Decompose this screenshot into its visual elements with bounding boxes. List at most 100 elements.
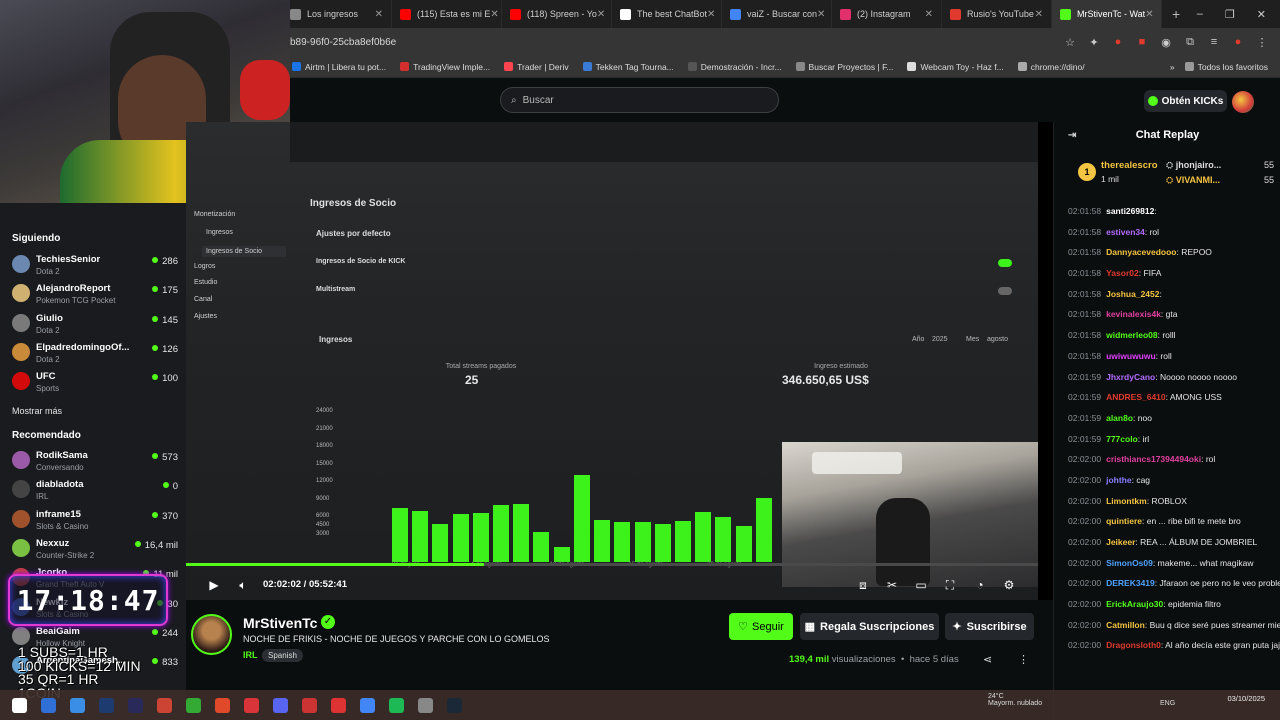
taskbar-app-icon[interactable]	[12, 698, 27, 713]
theater-mode-icon[interactable]: ▭	[913, 577, 929, 593]
chat-username[interactable]: DEREK3419	[1106, 578, 1155, 588]
chat-username[interactable]: cristhiancs17394494oki	[1106, 454, 1201, 464]
chat-username[interactable]: Jeikeer	[1106, 537, 1135, 547]
media-icon[interactable]: ≡	[1208, 36, 1220, 48]
clip-icon[interactable]: ✂	[884, 577, 900, 593]
share-icon[interactable]: ⋖	[983, 653, 992, 666]
channel-item[interactable]: UFC Sports 100	[12, 370, 180, 398]
chat-username[interactable]: Dragonsloth0	[1106, 640, 1161, 650]
tab-close-icon[interactable]: ✕	[707, 9, 715, 20]
extension-icon[interactable]: ■	[1136, 36, 1148, 48]
taskbar-app-icon[interactable]	[186, 698, 201, 713]
bookmark-star-icon[interactable]: ☆	[1064, 36, 1076, 49]
chat-username[interactable]: quintiere	[1106, 516, 1142, 526]
gift-subs-button[interactable]: ▦ Regala Suscripciones	[800, 613, 939, 640]
bookmark-item[interactable]: Tekken Tag Tourna...	[582, 62, 674, 72]
chat-username[interactable]: SimonOs09	[1106, 558, 1153, 568]
bookmark-item[interactable]: chrome://dino/	[1017, 62, 1085, 72]
chat-username[interactable]: alan8o	[1106, 413, 1133, 423]
tab-close-icon[interactable]: ✕	[597, 9, 605, 20]
taskbar-app-icon[interactable]	[215, 698, 230, 713]
chat-username[interactable]: johthe	[1106, 475, 1132, 485]
taskbar-app-icon[interactable]	[302, 698, 317, 713]
bookmark-item[interactable]: Webcam Toy - Haz f...	[907, 62, 1004, 72]
minimize-icon[interactable]: –	[1197, 8, 1203, 21]
chat-username[interactable]: Joshua_2452	[1106, 289, 1159, 299]
stream-category-link[interactable]: IRL	[243, 650, 258, 660]
bookmark-item[interactable]: Buscar Proyectos | F...	[795, 62, 893, 72]
profile-icon[interactable]: ●	[1232, 36, 1244, 48]
tab-close-icon[interactable]: ✕	[817, 9, 825, 20]
menu-icon[interactable]: ⋮	[1256, 36, 1268, 49]
browser-tab[interactable]: (118) Spreen - Yo ✕	[502, 0, 612, 28]
channel-item[interactable]: AlejandroReport Pokemon TCG Pocket 175	[12, 282, 180, 310]
user-avatar[interactable]	[1232, 91, 1254, 113]
taskbar-app-icon[interactable]	[418, 698, 433, 713]
tab-close-icon[interactable]: ✕	[375, 9, 383, 20]
taskbar-app-icon[interactable]	[157, 698, 172, 713]
maximize-icon[interactable]: ❐	[1225, 8, 1235, 21]
browser-tab[interactable]: (2) Instagram ✕	[832, 0, 942, 28]
streamer-avatar[interactable]	[191, 614, 232, 655]
fullscreen-icon[interactable]: ⛶	[942, 577, 958, 593]
taskbar-app-icon[interactable]	[273, 698, 288, 713]
seek-bar[interactable]	[186, 563, 1038, 566]
browser-tab[interactable]: MrStivenTc - Wat ✕	[1052, 0, 1162, 28]
bookmark-item[interactable]: TradingView Imple...	[400, 62, 490, 72]
taskbar-app-icon[interactable]	[70, 698, 85, 713]
all-bookmarks[interactable]: Todos los favoritos	[1184, 62, 1268, 72]
bookmarks-more-icon[interactable]: »	[1170, 62, 1175, 72]
play-icon[interactable]: ▶	[206, 577, 222, 593]
more-options-icon[interactable]: ⋮	[1018, 653, 1029, 666]
chat-username[interactable]: widmerleo08	[1106, 330, 1158, 340]
language-tag[interactable]: Spanish	[262, 649, 303, 662]
streamer-name[interactable]: MrStivenTc	[243, 615, 317, 631]
bookmark-item[interactable]: Airtm | Libera tu pot...	[292, 62, 386, 72]
extension-icon[interactable]: ✦	[1088, 36, 1100, 49]
taskbar-app-icon[interactable]	[244, 698, 259, 713]
taskbar-app-icon[interactable]	[41, 698, 56, 713]
leader-side-name[interactable]: jhonjairo...	[1176, 160, 1222, 170]
close-window-icon[interactable]: ✕	[1257, 8, 1266, 21]
browser-tab[interactable]: Rusio's YouTube ✕	[942, 0, 1052, 28]
tab-close-icon[interactable]: ✕	[1145, 9, 1153, 20]
extension-icon[interactable]: ◉	[1160, 36, 1172, 49]
subscribe-button[interactable]: ✦ Suscribirse	[945, 613, 1034, 640]
chat-username[interactable]: uwiwuwuwu	[1106, 351, 1156, 361]
taskbar-app-icon[interactable]	[331, 698, 346, 713]
chat-username[interactable]: ANDRES_6410	[1106, 392, 1166, 402]
weather-widget[interactable]: 24°C Mayorm. nublado	[988, 693, 1042, 707]
url-field[interactable]: b89-96f0-25cba8ef0b6e	[290, 37, 396, 48]
leader-side-name[interactable]: VIVANMI...	[1176, 175, 1220, 185]
channel-item[interactable]: Nexxuz Counter-Strike 2 16,4 mil	[12, 537, 180, 565]
browser-tab[interactable]: Los ingresos ✕	[282, 0, 392, 28]
taskbar-app-icon[interactable]	[447, 698, 462, 713]
show-more-link[interactable]: Mostrar más	[12, 406, 62, 416]
tab-close-icon[interactable]: ✕	[1035, 9, 1043, 20]
tab-close-icon[interactable]: ✕	[490, 9, 498, 20]
browser-tab[interactable]: The best ChatBot ✕	[612, 0, 722, 28]
chat-username[interactable]: Catmillon	[1106, 620, 1145, 630]
settings-gear-icon[interactable]: ⚙	[1001, 577, 1017, 593]
chat-username[interactable]: Yasor02	[1106, 268, 1139, 278]
get-kicks-button[interactable]: Obtén KICKs	[1144, 90, 1227, 112]
taskbar-app-icon[interactable]	[99, 698, 114, 713]
volume-icon[interactable]: 🔈︎	[235, 577, 251, 593]
bookmark-item[interactable]: Demostración - Incr...	[687, 62, 782, 72]
chat-username[interactable]: estiven34	[1106, 227, 1145, 237]
bookmark-item[interactable]: Trader | Deriv	[504, 62, 569, 72]
playback-speed-icon[interactable]: ◔	[972, 577, 988, 593]
chat-username[interactable]: kevinalexis4k	[1106, 309, 1161, 319]
video-player[interactable]: Monetización Ingresos Ingresos de Socio Log…	[186, 122, 1053, 600]
channel-item[interactable]: TechiesSenior Dota 2 286	[12, 253, 180, 281]
channel-item[interactable]: diabladota IRL 0	[12, 478, 180, 506]
chat-username[interactable]: Limontkm	[1106, 496, 1147, 506]
taskbar-app-icon[interactable]	[128, 698, 143, 713]
extensions-puzzle-icon[interactable]: ⧉	[1184, 36, 1196, 49]
chat-username[interactable]: 777colo	[1106, 434, 1138, 444]
chat-username[interactable]: santi269812	[1106, 206, 1154, 216]
clock-date[interactable]: 03/10/2025	[1195, 694, 1265, 704]
chat-username[interactable]: Dannyacevedooo	[1106, 247, 1176, 257]
leader-name[interactable]: therealescro	[1101, 160, 1158, 171]
channel-item[interactable]: inframe15 Slots & Casino 370	[12, 508, 180, 536]
